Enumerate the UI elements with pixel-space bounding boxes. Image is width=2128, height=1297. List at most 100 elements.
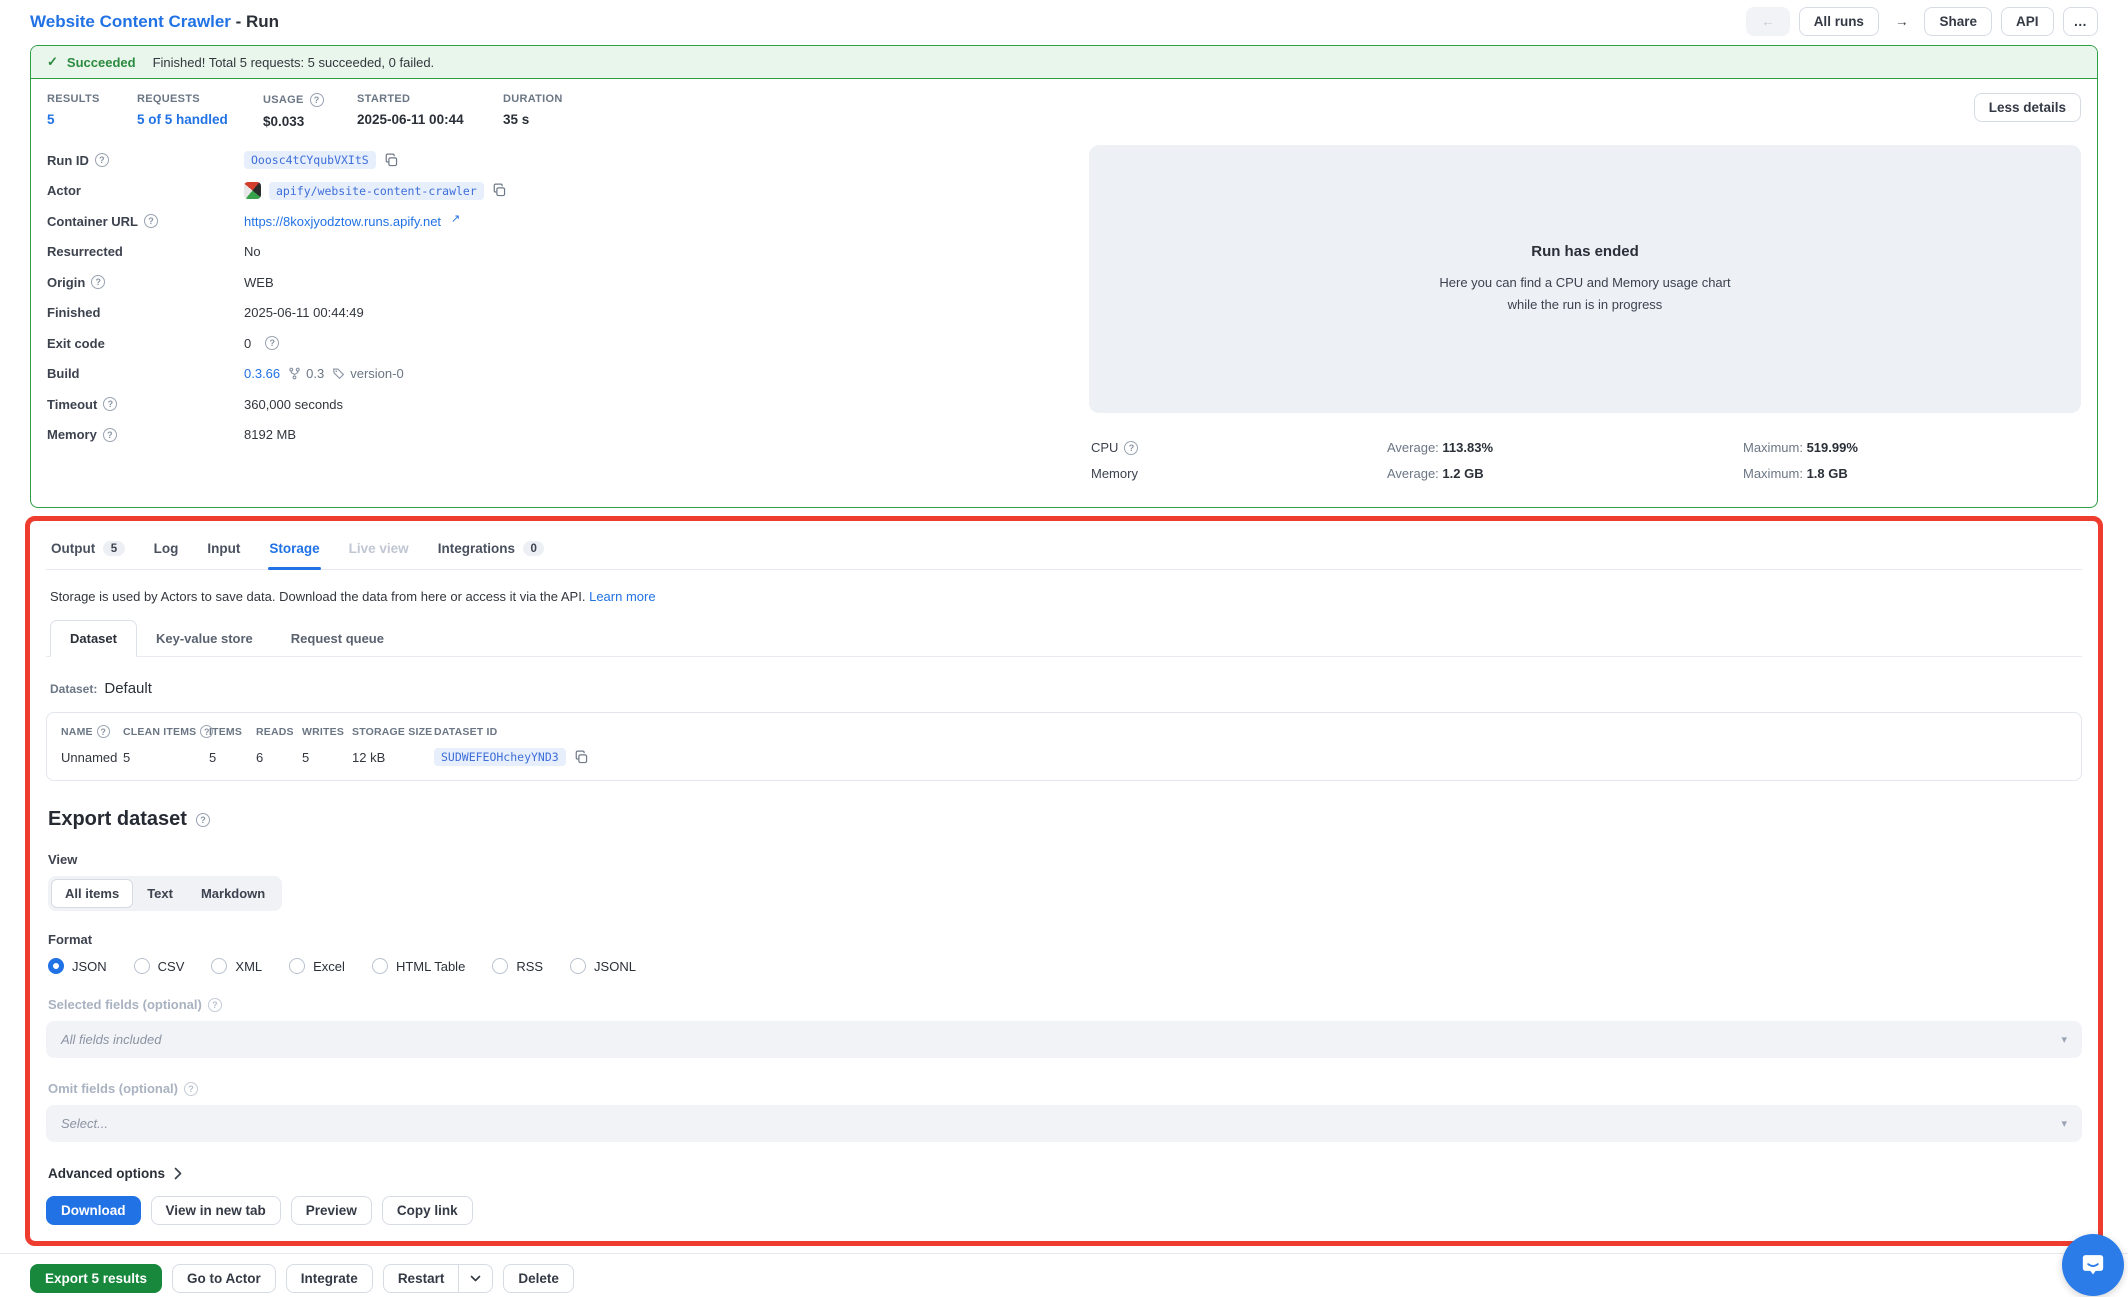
detail-label: Exit code [47, 336, 105, 351]
subtab-request-queue[interactable]: Request queue [272, 621, 403, 656]
help-icon[interactable]: ? [91, 275, 105, 289]
restart-button[interactable]: Restart [383, 1264, 460, 1293]
more-actions-button[interactable]: … [2063, 7, 2099, 36]
top-bar: Website Content Crawler - Run ← All runs… [0, 0, 2128, 45]
tab-integrations[interactable]: Integrations0 [437, 533, 546, 569]
help-icon[interactable]: ? [208, 998, 222, 1012]
tab-input[interactable]: Input [206, 533, 241, 569]
detail-label: Finished [47, 305, 100, 320]
help-icon[interactable]: ? [97, 725, 110, 738]
usage-panel-line2: while the run is in progress [1508, 294, 1663, 315]
cpu-average-label: Average: [1387, 440, 1439, 455]
advanced-options-toggle[interactable]: Advanced options [46, 1166, 2082, 1181]
col-name: NAME [61, 726, 93, 738]
format-radio-json[interactable]: JSON [48, 958, 107, 974]
view-option-text[interactable]: Text [133, 879, 187, 908]
format-radio-rss[interactable]: RSS [492, 958, 543, 974]
chat-widget-button[interactable] [2062, 1234, 2124, 1296]
tab-live-view: Live view [348, 533, 410, 569]
radio-selected-icon [48, 958, 64, 974]
all-runs-button[interactable]: All runs [1799, 7, 1879, 36]
download-button[interactable]: Download [46, 1196, 141, 1225]
copy-icon[interactable] [492, 183, 507, 198]
format-radio-html-table[interactable]: HTML Table [372, 958, 465, 974]
actor-title-link[interactable]: Website Content Crawler [30, 12, 231, 31]
help-icon[interactable]: ? [103, 397, 117, 411]
radio-icon [570, 958, 586, 974]
view-in-new-tab-button[interactable]: View in new tab [151, 1196, 281, 1225]
cpu-memory-stats: CPU? Average: 113.83% Maximum: 519.99% M… [1089, 440, 2081, 481]
view-option-markdown[interactable]: Markdown [187, 879, 279, 908]
actor-name-value[interactable]: apify/website-content-crawler [269, 182, 484, 200]
resurrected-value: No [244, 244, 261, 259]
run-details-list: Run ID? Ooosc4tCYqubVXItS Actor apify/we… [47, 145, 1089, 481]
restart-more-button[interactable] [459, 1264, 493, 1293]
api-button[interactable]: API [2001, 7, 2054, 36]
help-icon[interactable]: ? [144, 214, 158, 228]
storage-highlight-region: Output5 Log Input Storage Live view Inte… [25, 516, 2103, 1246]
cpu-maximum-value: 519.99% [1807, 440, 1858, 455]
check-icon: ✓ [47, 54, 58, 70]
help-icon[interactable]: ? [265, 336, 279, 350]
omit-fields-select[interactable]: Select... ▾ [46, 1105, 2082, 1142]
stat-requests-value[interactable]: 5 of 5 handled [137, 112, 235, 127]
copy-link-button[interactable]: Copy link [382, 1196, 473, 1225]
subtab-dataset[interactable]: Dataset [50, 620, 137, 657]
integrate-button[interactable]: Integrate [286, 1264, 373, 1293]
format-radio-xml[interactable]: XML [211, 958, 262, 974]
help-icon[interactable]: ? [1124, 441, 1138, 455]
help-icon[interactable]: ? [103, 428, 117, 442]
run-tabs: Output5 Log Input Storage Live view Inte… [46, 529, 2082, 570]
stat-started-value: 2025-06-11 00:44 [357, 112, 475, 127]
less-details-button[interactable]: Less details [1974, 93, 2081, 122]
branch-icon [288, 367, 301, 380]
status-message: Finished! Total 5 requests: 5 succeeded,… [153, 55, 435, 70]
help-icon[interactable]: ? [196, 813, 210, 827]
col-writes: WRITES [302, 726, 344, 738]
memory-maximum-value: 1.8 GB [1807, 466, 1848, 481]
share-button[interactable]: Share [1924, 7, 1992, 36]
help-icon[interactable]: ? [310, 93, 324, 107]
subtab-key-value-store[interactable]: Key-value store [137, 621, 272, 656]
memory-average-value: 1.2 GB [1442, 466, 1483, 481]
col-storage-size: STORAGE SIZE [352, 726, 432, 738]
radio-icon [372, 958, 388, 974]
exit-code-value: 0 [244, 336, 251, 351]
dataset-info-table: NAME? CLEAN ITEMS? ITEMS READS WRITES ST… [46, 712, 2082, 781]
container-url-link[interactable]: https://8koxjyodztow.runs.apify.net [244, 214, 441, 229]
learn-more-link[interactable]: Learn more [589, 589, 655, 604]
cpu-maximum-label: Maximum: [1743, 440, 1803, 455]
detail-row-finished: Finished 2025-06-11 00:44:49 [47, 298, 1089, 329]
prev-run-button[interactable]: ← [1746, 7, 1790, 36]
build-version-link[interactable]: 0.3.66 [244, 366, 280, 381]
view-option-all-items[interactable]: All items [51, 879, 133, 908]
copy-icon[interactable] [384, 153, 399, 168]
radio-icon [492, 958, 508, 974]
preview-button[interactable]: Preview [291, 1196, 372, 1225]
format-radio-jsonl[interactable]: JSONL [570, 958, 636, 974]
detail-row-origin: Origin? WEB [47, 267, 1089, 298]
format-radio-excel[interactable]: Excel [289, 958, 345, 974]
delete-button[interactable]: Delete [503, 1264, 574, 1293]
stat-usage: USAGE? $0.033 [263, 93, 329, 129]
detail-row-memory: Memory? 8192 MB [47, 420, 1089, 451]
next-run-button[interactable]: → [1888, 7, 1916, 36]
copy-icon[interactable] [574, 750, 589, 765]
tab-storage[interactable]: Storage [268, 533, 320, 569]
detail-label: Origin [47, 275, 85, 290]
items-cell: 5 [209, 748, 256, 766]
detail-row-run-id: Run ID? Ooosc4tCYqubVXItS [47, 145, 1089, 176]
tab-log[interactable]: Log [153, 533, 180, 569]
help-icon[interactable]: ? [95, 153, 109, 167]
help-icon[interactable]: ? [184, 1082, 198, 1096]
selected-fields-select[interactable]: All fields included ▾ [46, 1021, 2082, 1058]
tag-icon [332, 367, 345, 380]
export-results-button[interactable]: Export 5 results [30, 1264, 162, 1293]
format-label: Format [46, 932, 2082, 947]
go-to-actor-button[interactable]: Go to Actor [172, 1264, 276, 1293]
format-radio-csv[interactable]: CSV [134, 958, 185, 974]
detail-label: Memory [47, 427, 97, 442]
stat-results-value[interactable]: 5 [47, 112, 109, 127]
export-dataset-title: Export dataset? [46, 808, 2082, 831]
tab-output[interactable]: Output5 [50, 533, 126, 569]
